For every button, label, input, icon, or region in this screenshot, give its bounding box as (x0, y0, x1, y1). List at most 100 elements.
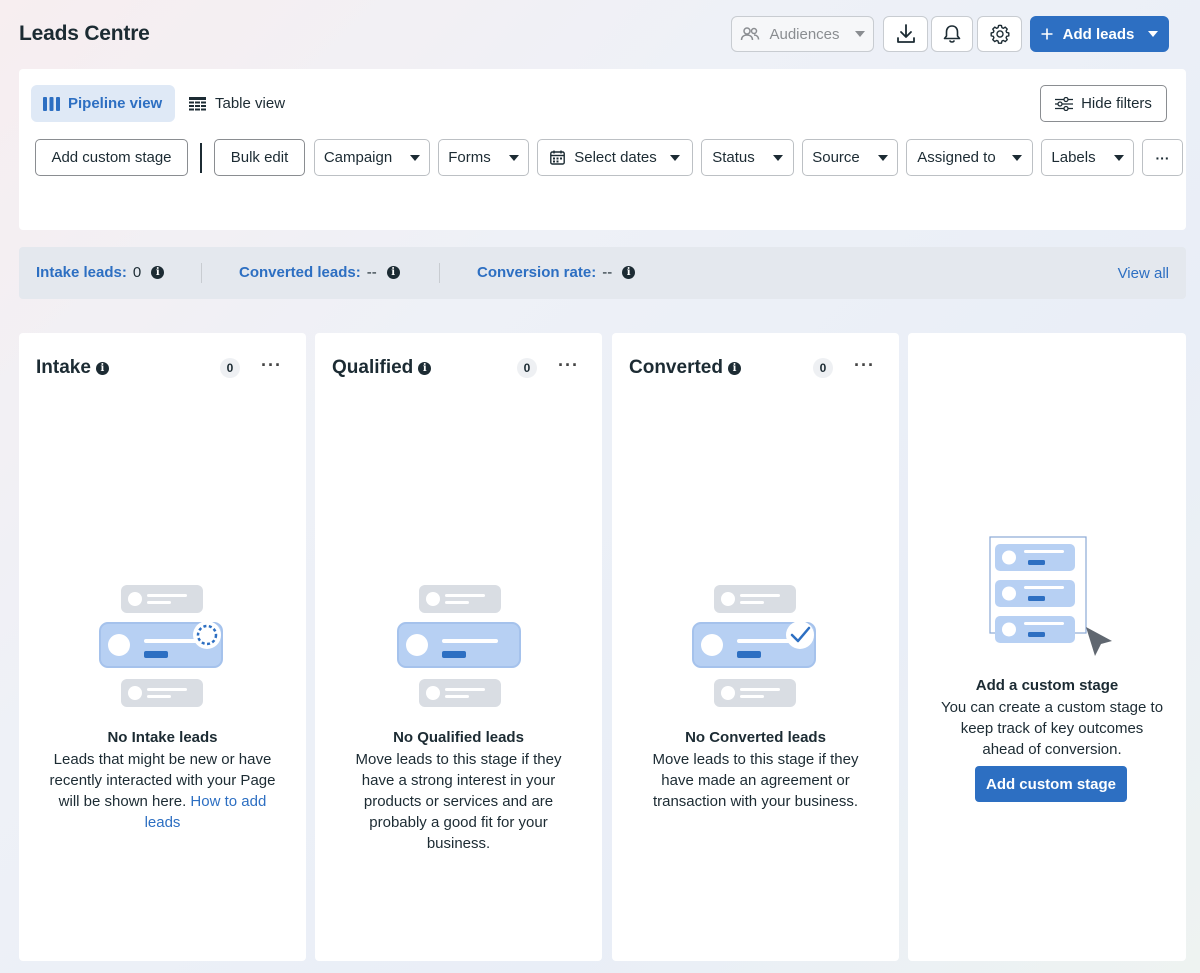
converted-leads-label: Converted leads: (239, 264, 361, 281)
tab-table-view[interactable]: Table view (177, 85, 297, 122)
columns-icon (43, 96, 60, 111)
custom-stage-title: Add a custom stage (975, 677, 1119, 694)
conversion-rate-value: -- (602, 264, 613, 281)
select-dates-filter[interactable]: Select dates (537, 139, 693, 176)
empty-state-title: No Converted leads (685, 729, 826, 746)
forms-filter[interactable]: Forms (438, 139, 529, 176)
tab-pipeline-view[interactable]: Pipeline view (31, 85, 176, 122)
plus-icon (1041, 28, 1053, 40)
metric-divider (201, 263, 202, 283)
bulk-edit-label: Bulk edit (230, 149, 289, 166)
bulk-edit-button[interactable]: Bulk edit (214, 139, 305, 176)
info-icon[interactable]: i (727, 361, 741, 375)
leads-empty-illustration (99, 585, 223, 707)
custom-stage-illustration (989, 536, 1112, 656)
info-icon[interactable]: i (622, 266, 636, 279)
chevron-down-icon (1113, 154, 1124, 161)
custom-stage-description: You can create a custom stage to keep tr… (940, 699, 1164, 758)
source-label: Source (812, 149, 860, 166)
intake-leads-metric: Intake leads: 0 i (36, 264, 165, 281)
add-custom-stage-label: Add custom stage (51, 149, 172, 166)
add-custom-stage-panel: Add a custom stage You can create a cust… (908, 333, 1186, 961)
add-leads-label: Add leads (1062, 25, 1135, 43)
info-icon[interactable]: i (95, 361, 109, 375)
view-all-link[interactable]: View all (1118, 265, 1169, 282)
calendar-icon (550, 150, 566, 165)
converted-leads-metric: Converted leads: -- i (239, 264, 400, 281)
select-dates-label: Select dates (574, 149, 657, 166)
stage-column-intake: Intake i 0 ··· No Intake leads Leads tha… (19, 333, 306, 961)
people-icon (741, 27, 760, 41)
campaign-filter[interactable]: Campaign (314, 139, 430, 176)
page-title: Leads Centre (19, 22, 150, 45)
column-more-button[interactable]: ··· (558, 355, 579, 376)
notifications-button[interactable] (931, 16, 973, 52)
metric-divider (439, 263, 440, 283)
bell-icon (943, 25, 961, 43)
pipeline-view-label: Pipeline view (68, 95, 163, 112)
stage-column-qualified: Qualified i 0 ··· No Qualified leads Mov… (315, 333, 602, 961)
source-filter[interactable]: Source (802, 139, 898, 176)
leads-empty-illustration (397, 585, 521, 707)
chevron-down-icon (772, 154, 783, 161)
conversion-rate-metric: Conversion rate: -- i (477, 264, 636, 281)
column-count-badge: 0 (813, 358, 833, 378)
empty-state-description: Leads that might be new or have recently… (41, 749, 284, 833)
cursor-icon (1086, 627, 1112, 656)
chevron-down-icon (508, 154, 519, 161)
column-title: Qualified i (332, 357, 432, 379)
empty-state-description: Move leads to this stage if they have a … (355, 751, 562, 852)
column-title: Converted i (629, 357, 741, 379)
settings-button[interactable] (977, 16, 1022, 52)
hide-filters-label: Hide filters (1081, 95, 1152, 112)
intake-leads-label: Intake leads: (36, 264, 127, 281)
info-icon[interactable]: i (151, 266, 165, 279)
chevron-down-icon (410, 154, 421, 161)
table-icon (189, 96, 206, 110)
sliders-icon (1055, 96, 1074, 111)
empty-state-title: No Intake leads (107, 729, 218, 746)
intake-leads-value: 0 (132, 264, 142, 281)
labels-filter[interactable]: Labels (1041, 139, 1134, 176)
add-custom-stage-cta[interactable]: Add custom stage (975, 766, 1127, 802)
metrics-bar: Intake leads: 0 i Converted leads: -- i … (19, 247, 1186, 299)
column-title-text: Converted (629, 357, 723, 378)
more-icon: ··· (1155, 149, 1170, 166)
audiences-dropdown[interactable]: Audiences (731, 16, 874, 52)
page-header: Leads Centre Audiences Add leads (0, 0, 1200, 68)
gear-icon (990, 24, 1009, 44)
table-view-label: Table view (215, 95, 286, 112)
info-icon[interactable]: i (386, 266, 400, 279)
chevron-down-icon (669, 154, 680, 161)
forms-label: Forms (448, 149, 491, 166)
chevron-down-icon (854, 31, 865, 37)
column-title-text: Intake (36, 357, 91, 378)
chevron-down-icon (1148, 31, 1159, 37)
add-custom-stage-button[interactable]: Add custom stage (35, 139, 188, 176)
status-label: Status (712, 149, 755, 166)
column-count-badge: 0 (517, 358, 537, 378)
empty-state-description: Move leads to this stage if they have ma… (652, 751, 859, 810)
column-title-text: Qualified (332, 357, 414, 378)
leads-empty-illustration (692, 585, 816, 707)
converted-leads-value: -- (366, 264, 377, 281)
hide-filters-button[interactable]: Hide filters (1040, 85, 1167, 122)
column-more-button[interactable]: ··· (261, 355, 282, 376)
column-count-badge: 0 (220, 358, 240, 378)
column-more-button[interactable]: ··· (854, 355, 875, 376)
add-leads-button[interactable]: Add leads (1030, 16, 1169, 52)
labels-label: Labels (1051, 149, 1096, 166)
more-filters-button[interactable]: ··· (1142, 139, 1183, 176)
empty-state-title: No Qualified leads (393, 729, 524, 746)
status-filter[interactable]: Status (701, 139, 794, 176)
assigned-to-filter[interactable]: Assigned to (906, 139, 1033, 176)
download-icon (896, 24, 915, 43)
download-button[interactable] (883, 16, 928, 52)
audiences-label: Audiences (769, 25, 840, 43)
chevron-down-icon (877, 154, 888, 161)
assigned-to-label: Assigned to (917, 149, 996, 166)
toolbar-divider (200, 143, 202, 173)
chevron-down-icon (1011, 154, 1022, 161)
campaign-label: Campaign (323, 149, 393, 166)
info-icon[interactable]: i (418, 361, 432, 375)
